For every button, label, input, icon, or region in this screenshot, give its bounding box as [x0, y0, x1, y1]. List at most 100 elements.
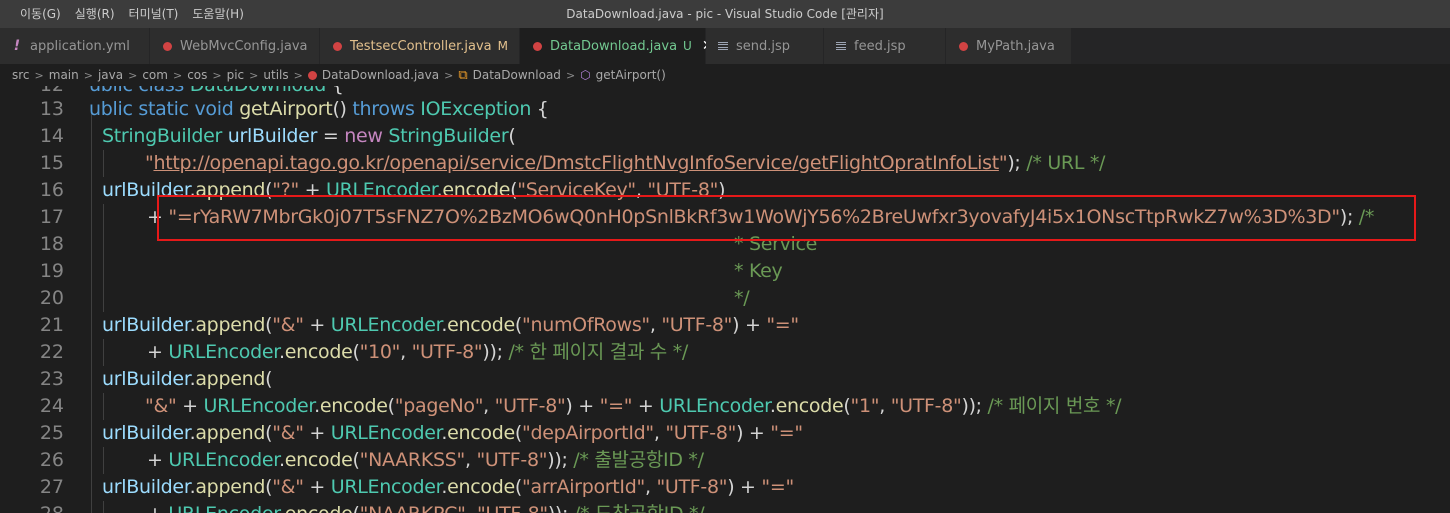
chevron-right-icon: > — [249, 68, 259, 82]
token: /* 한 페이지 결과 수 */ — [508, 341, 689, 363]
token: )); — [547, 449, 574, 471]
token: /* 페이지 번호 */ — [987, 395, 1122, 417]
token: ) — [718, 179, 726, 201]
token: "=" — [766, 314, 799, 336]
line-number: 17 — [39, 206, 64, 228]
code-line-25[interactable]: urlBuilder.append("&" + URLEncoder.encod… — [102, 420, 803, 447]
code-line-18[interactable]: * Service — [734, 231, 817, 258]
token: new — [344, 125, 389, 147]
token: ) + — [732, 314, 767, 336]
token: encode — [284, 449, 353, 471]
chevron-right-icon: > — [444, 68, 454, 82]
token: append — [195, 422, 266, 444]
token: + — [176, 395, 204, 417]
token: ( — [352, 341, 360, 363]
tab-mypath[interactable]: MyPath.java — [946, 28, 1072, 64]
breadcrumb-file[interactable]: DataDownload.java — [322, 68, 439, 82]
breadcrumb-class[interactable]: DataDownload — [473, 68, 561, 82]
token: + — [303, 476, 331, 498]
code-line-15[interactable]: "http://openapi.tago.go.kr/openapi/servi… — [145, 150, 1105, 177]
tab-label: application.yml — [30, 38, 130, 54]
code-editor[interactable]: 12 13 14 15 16 17 18 19 20 21 22 23 24 2… — [0, 86, 1450, 513]
token: "depAirportId" — [522, 422, 654, 444]
menu-go[interactable]: 이동(G) — [0, 0, 68, 28]
breadcrumb-utils[interactable]: utils — [263, 68, 288, 82]
token: ( — [353, 503, 360, 513]
token: "UTF-8" — [661, 314, 733, 336]
breadcrumb-cos[interactable]: cos — [187, 68, 207, 82]
token: throws — [352, 98, 421, 120]
token: "=" — [761, 476, 794, 498]
code-line-13[interactable]: ublic static void getAirport() throws IO… — [89, 96, 549, 123]
token: URLEncoder — [203, 395, 315, 417]
token: "=" — [599, 395, 633, 417]
line-number: 28 — [4, 501, 64, 513]
breadcrumb-pic[interactable]: pic — [227, 68, 245, 82]
java-icon — [956, 39, 970, 53]
code-line-22[interactable]: + URLEncoder.encode("10", "UTF-8")); /* … — [147, 339, 688, 366]
code-line-24[interactable]: "&" + URLEncoder.encode("pageNo", "UTF-8… — [145, 393, 1122, 420]
menu-terminal[interactable]: 터미널(T) — [122, 0, 186, 28]
chevron-right-icon: > — [128, 68, 138, 82]
tab-testseccontroller[interactable]: TestsecController.java M — [320, 28, 520, 64]
line-number: 20 — [39, 287, 64, 309]
tab-label: send.jsp — [736, 38, 791, 54]
token: "&" — [272, 314, 304, 336]
code-line-20[interactable]: */ — [734, 285, 750, 312]
token: = — [317, 125, 345, 147]
breadcrumb-method[interactable]: getAirport() — [596, 68, 666, 82]
token: ( — [843, 395, 851, 417]
token: /* 도착공항ID */ — [574, 503, 705, 513]
token: ); — [1007, 152, 1027, 174]
token: ublic static void — [89, 98, 240, 120]
token: , — [400, 341, 412, 363]
token: , — [649, 314, 662, 336]
token: + — [147, 449, 169, 471]
menu-help[interactable]: 도움말(H) — [185, 0, 251, 28]
code-line-23[interactable]: urlBuilder.append( — [102, 366, 273, 393]
breadcrumb-java[interactable]: java — [98, 68, 123, 82]
code-line-26[interactable]: + URLEncoder.encode("NAARKSS", "UTF-8"))… — [147, 447, 704, 474]
url-link[interactable]: http://openapi.tago.go.kr/openapi/servic… — [153, 152, 999, 174]
breadcrumb-main[interactable]: main — [49, 68, 79, 82]
line-number: 15 — [39, 152, 64, 174]
code-area[interactable]: ublic class DataDownload { ublic static … — [89, 86, 1450, 513]
code-line-28[interactable]: + URLEncoder.encode("NAARKPC", "UTF-8"))… — [147, 501, 705, 513]
token: URLEncoder — [168, 341, 280, 363]
modified-badge: M — [497, 39, 509, 53]
token: ) + — [727, 476, 762, 498]
token: ( — [265, 368, 273, 390]
token: ( — [514, 314, 523, 336]
token: URLEncoder — [330, 422, 442, 444]
token: ( — [514, 476, 523, 498]
indent-guide — [103, 204, 104, 312]
code-line-16[interactable]: urlBuilder.append("?" + URLEncoder.encod… — [102, 177, 726, 204]
line-number: 22 — [39, 341, 64, 363]
line-number: 13 — [39, 98, 64, 120]
tab-send-jsp[interactable]: send.jsp — [706, 28, 824, 64]
token: , — [879, 395, 891, 417]
token: /* 출발공항ID */ — [573, 449, 704, 471]
code-line-19[interactable]: * Key — [734, 258, 783, 285]
tab-feed-jsp[interactable]: feed.jsp — [824, 28, 946, 64]
token: StringBuilder — [388, 125, 509, 147]
token: "numOfRows" — [522, 314, 650, 336]
token: "arrAirportId" — [522, 476, 645, 498]
breadcrumb: src > main > java > com > cos > pic > utils > D… — [0, 64, 1450, 86]
code-line-14[interactable]: StringBuilder urlBuilder = new StringBui… — [102, 123, 516, 150]
tab-webmvcconfig[interactable]: WebMvcConfig.java — [150, 28, 320, 64]
line-number: 21 — [39, 314, 64, 336]
breadcrumb-src[interactable]: src — [12, 68, 30, 82]
code-line-27[interactable]: urlBuilder.append("&" + URLEncoder.encod… — [102, 474, 794, 501]
breadcrumb-com[interactable]: com — [142, 68, 168, 82]
tab-application-yml[interactable]: ! application.yml — [0, 28, 150, 64]
token: append — [195, 314, 266, 336]
token: append — [195, 476, 266, 498]
tab-datadownload[interactable]: DataDownload.java U ✕ — [520, 28, 714, 64]
code-line-21[interactable]: urlBuilder.append("&" + URLEncoder.encod… — [102, 312, 799, 339]
token: "UTF-8" — [494, 395, 566, 417]
code-line-17[interactable]: + "=rYaRW7MbrGk0j07T5sFNZ7O%2BzMO6wQ0nH0… — [147, 204, 1374, 231]
line-number: 27 — [39, 476, 64, 498]
token: "UTF-8" — [665, 422, 737, 444]
menu-run[interactable]: 실행(R) — [68, 0, 122, 28]
